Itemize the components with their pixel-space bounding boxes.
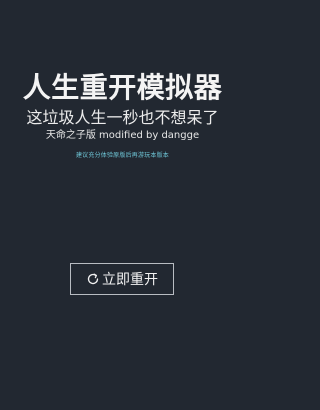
refresh-icon	[86, 272, 100, 286]
subtitle: 这垃圾人生一秒也不想呆了	[26, 108, 219, 127]
credit-line: 天命之子版 modified by dangge	[45, 130, 200, 141]
notice-text: 建议充分体验原版后再游玩本版本	[75, 152, 169, 159]
restart-button-label: 立即重开	[102, 272, 158, 288]
restart-button[interactable]: 立即重开	[70, 263, 174, 295]
page-title: 人生重开模拟器	[22, 71, 223, 104]
